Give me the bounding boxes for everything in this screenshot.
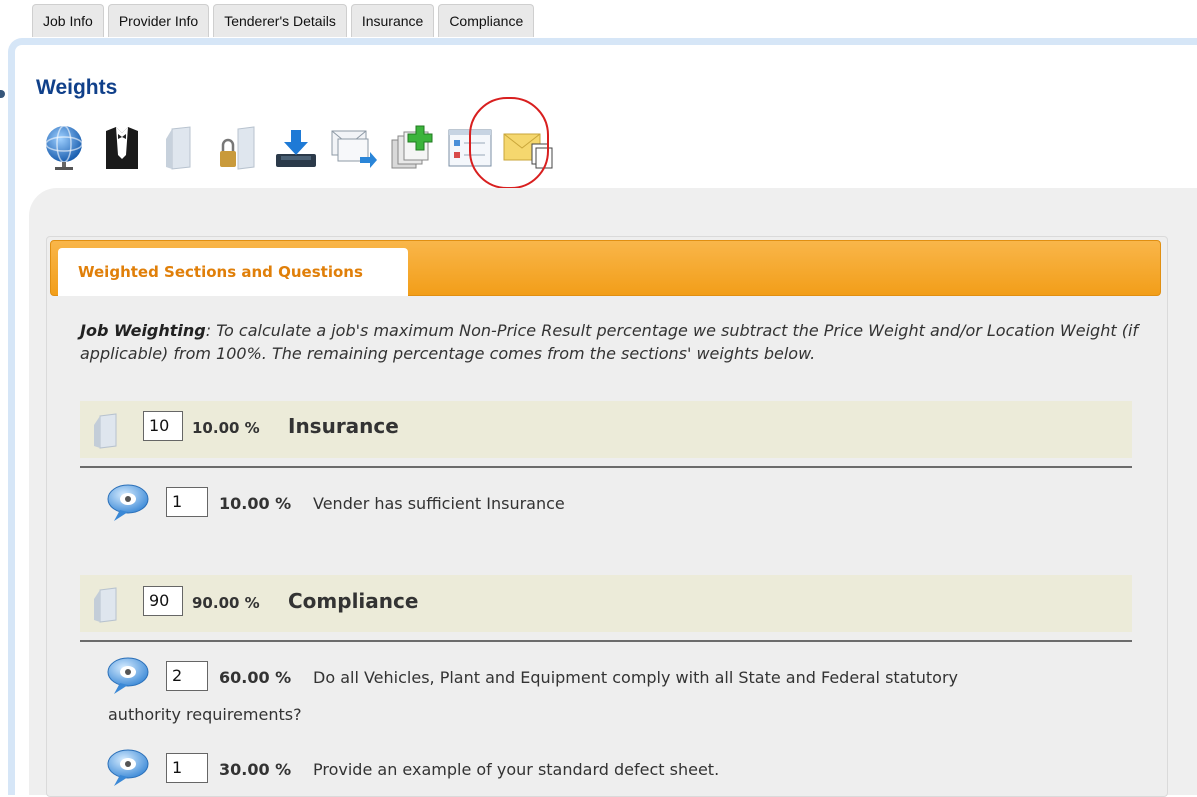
speech-bubble-icon	[106, 656, 152, 700]
download-tray-icon[interactable]	[270, 122, 322, 174]
section-row-compliance: 90 90.00 % Compliance	[80, 575, 1132, 632]
section-title: Insurance	[288, 414, 399, 438]
top-tab-bar: Job Info Provider Info Tenderer's Detail…	[32, 4, 535, 38]
tab-insurance[interactable]: Insurance	[350, 4, 435, 37]
add-pages-icon[interactable]	[386, 122, 438, 174]
question-weight-input[interactable]: 1	[166, 753, 208, 783]
question-text-continued: authority requirements?	[108, 705, 302, 724]
question-percent: 30.00 %	[219, 760, 292, 779]
job-weighting-description: Job Weighting: To calculate a job's maxi…	[80, 319, 1140, 365]
divider	[80, 466, 1132, 468]
section-weight-input[interactable]: 10	[143, 411, 183, 441]
tab-weighted-sections[interactable]: Weighted Sections and Questions	[58, 248, 408, 296]
section-title: Compliance	[288, 589, 419, 613]
tuxedo-icon[interactable]	[96, 122, 148, 174]
left-edge-marker	[0, 90, 5, 98]
book-icon	[90, 413, 120, 453]
section-weight-input[interactable]: 90	[143, 586, 183, 616]
job-weighting-text: : To calculate a job's maximum Non-Price…	[80, 321, 1139, 363]
tab-tenderers-details[interactable]: Tenderer's Details	[213, 4, 347, 37]
speech-bubble-icon	[106, 748, 152, 792]
tab-provider-info[interactable]: Provider Info	[107, 4, 210, 37]
checklist-form-icon[interactable]	[444, 122, 496, 174]
question-percent: 10.00 %	[219, 494, 292, 513]
envelope-copy-icon[interactable]	[502, 122, 554, 174]
section-percent: 10.00 %	[192, 419, 260, 437]
question-text: Vender has sufficient Insurance	[313, 494, 565, 513]
speech-bubble-icon	[106, 483, 152, 527]
toolbar	[38, 116, 554, 174]
question-weight-input[interactable]: 2	[166, 661, 208, 691]
section-row-insurance: 10 10.00 % Insurance	[80, 401, 1132, 458]
page-title: Weights	[36, 76, 118, 99]
section-percent: 90.00 %	[192, 594, 260, 612]
job-weighting-label: Job Weighting	[80, 321, 206, 340]
question-text: Provide an example of your standard defe…	[313, 760, 720, 779]
question-percent: 60.00 %	[219, 668, 292, 687]
question-text: Do all Vehicles, Plant and Equipment com…	[313, 668, 959, 687]
tab-compliance[interactable]: Compliance	[438, 4, 535, 37]
globe-icon[interactable]	[38, 122, 90, 174]
divider	[80, 640, 1132, 642]
tab-job-info[interactable]: Job Info	[32, 4, 104, 37]
locked-document-icon[interactable]	[212, 122, 264, 174]
document-icon[interactable]	[154, 122, 206, 174]
forward-email-icon[interactable]	[328, 122, 380, 174]
book-icon	[90, 587, 120, 627]
question-weight-input[interactable]: 1	[166, 487, 208, 517]
